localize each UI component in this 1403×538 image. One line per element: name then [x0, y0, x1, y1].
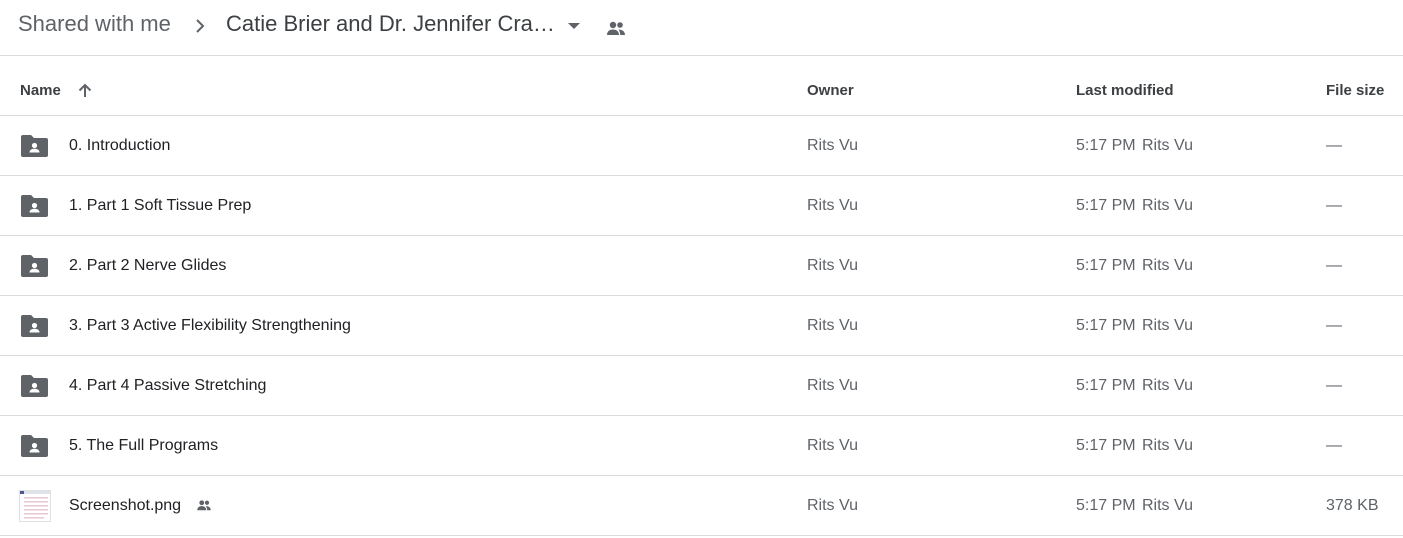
file-modified-time: 5:17 PM	[1076, 137, 1136, 154]
file-name[interactable]: 1. Part 1 Soft Tissue Prep	[69, 197, 251, 215]
file-modified-time: 5:17 PM	[1076, 497, 1136, 514]
column-header-owner[interactable]: Owner	[807, 82, 854, 99]
file-name[interactable]: 2. Part 2 Nerve Glides	[69, 257, 226, 275]
file-name[interactable]: 4. Part 4 Passive Stretching	[69, 377, 266, 395]
shared-folder-icon	[21, 375, 48, 397]
file-modified-time: 5:17 PM	[1076, 197, 1136, 214]
file-row[interactable]: 0. Introduction Rits Vu 5:17 PM Rits Vu —	[0, 116, 1403, 176]
caret-down-icon[interactable]	[564, 19, 584, 33]
file-owner: Rits Vu	[807, 497, 858, 514]
column-header-name[interactable]: Name	[20, 82, 61, 99]
file-modified-time: 5:17 PM	[1076, 377, 1136, 394]
file-name[interactable]: 5. The Full Programs	[69, 437, 218, 455]
column-header-row: Name Owner Last modified File size	[0, 56, 1403, 116]
file-size: —	[1326, 257, 1342, 274]
shared-folder-icon	[21, 435, 48, 457]
file-modified-by: Rits Vu	[1142, 197, 1193, 214]
people-icon	[197, 500, 211, 511]
file-row[interactable]: 2. Part 2 Nerve Glides Rits Vu 5:17 PM Rits…	[0, 236, 1403, 296]
file-name[interactable]: Screenshot.png	[69, 497, 181, 515]
file-owner: Rits Vu	[807, 137, 858, 154]
shared-folder-icon	[21, 315, 48, 337]
file-row[interactable]: 5. The Full Programs Rits Vu 5:17 PM Rits V…	[0, 416, 1403, 476]
file-size: 378 KB	[1326, 497, 1379, 514]
file-owner: Rits Vu	[807, 317, 858, 334]
file-name[interactable]: 0. Introduction	[69, 137, 170, 155]
file-modified-time: 5:17 PM	[1076, 317, 1136, 334]
breadcrumb: Shared with me Catie Brier and Dr. Jenni…	[0, 0, 1403, 56]
file-size: —	[1326, 437, 1342, 454]
file-row[interactable]: 3. Part 3 Active Flexibility Strengtheni…	[0, 296, 1403, 356]
file-modified-time: 5:17 PM	[1076, 257, 1136, 274]
shared-folder-icon	[21, 195, 48, 217]
breadcrumb-current-folder[interactable]: Catie Brier and Dr. Jennifer Crane	[226, 11, 556, 37]
file-row[interactable]: Screenshot.png Rits Vu 5:17 PM Rits Vu 378 …	[0, 476, 1403, 536]
chevron-right-icon	[196, 19, 205, 33]
shared-folder-icon	[21, 135, 48, 157]
file-modified-by: Rits Vu	[1142, 377, 1193, 394]
file-name[interactable]: 3. Part 3 Active Flexibility Strengtheni…	[69, 317, 351, 335]
file-modified-by: Rits Vu	[1142, 137, 1193, 154]
breadcrumb-root[interactable]: Shared with me	[18, 11, 171, 37]
file-modified-time: 5:17 PM	[1076, 437, 1136, 454]
file-owner: Rits Vu	[807, 437, 858, 454]
file-size: —	[1326, 137, 1342, 154]
file-size: —	[1326, 377, 1342, 394]
file-modified-by: Rits Vu	[1142, 317, 1193, 334]
column-header-last-modified[interactable]: Last modified	[1076, 82, 1174, 99]
file-owner: Rits Vu	[807, 257, 858, 274]
file-size: —	[1326, 317, 1342, 334]
file-modified-by: Rits Vu	[1142, 497, 1193, 514]
file-owner: Rits Vu	[807, 197, 858, 214]
file-modified-by: Rits Vu	[1142, 257, 1193, 274]
arrow-up-icon[interactable]	[75, 81, 95, 101]
people-icon	[607, 21, 625, 35]
file-row[interactable]: 1. Part 1 Soft Tissue Prep Rits Vu 5:17 PM…	[0, 176, 1403, 236]
shared-folder-icon	[21, 255, 48, 277]
file-modified-by: Rits Vu	[1142, 437, 1193, 454]
image-thumbnail-icon	[19, 490, 51, 522]
file-size: —	[1326, 197, 1342, 214]
file-owner: Rits Vu	[807, 377, 858, 394]
column-header-file-size[interactable]: File size	[1326, 82, 1384, 99]
file-row[interactable]: 4. Part 4 Passive Stretching Rits Vu 5:17 …	[0, 356, 1403, 416]
